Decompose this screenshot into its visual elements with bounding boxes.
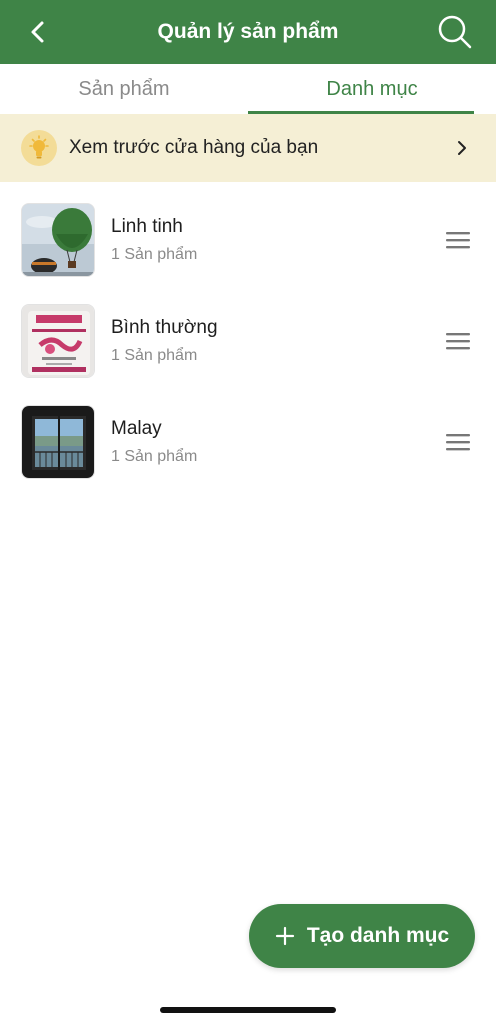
- category-row[interactable]: Bình thường 1 Sản phẩm: [0, 291, 496, 392]
- drag-handle-icon[interactable]: [446, 230, 470, 250]
- search-button[interactable]: [436, 13, 474, 51]
- hot-air-balloon-photo: [22, 204, 94, 276]
- category-name: Bình thường: [111, 317, 218, 338]
- category-count: 1 Sản phẩm: [111, 448, 198, 465]
- category-name: Malay: [111, 418, 162, 439]
- tab-categories[interactable]: Danh mục: [248, 64, 496, 114]
- category-count: 1 Sản phẩm: [111, 246, 198, 263]
- drag-handle-icon[interactable]: [446, 432, 470, 452]
- search-icon: [438, 15, 472, 49]
- category-list: Linh tinh 1 Sản phẩm Bình thường 1 Sản p…: [0, 190, 496, 493]
- lightbulb-icon: [21, 130, 57, 166]
- plus-icon: [275, 926, 295, 946]
- tab-categories-label: Danh mục: [326, 77, 418, 100]
- window-view-photo: [22, 406, 94, 478]
- drag-handle-icon[interactable]: [446, 331, 470, 351]
- tab-bar: Sản phẩm Danh mục: [0, 64, 496, 114]
- back-button[interactable]: [20, 14, 56, 50]
- category-thumbnail: [21, 304, 95, 378]
- create-category-label: Tạo danh mục: [306, 924, 450, 947]
- chevron-right-icon: [458, 141, 466, 155]
- page-title: Quản lý sản phẩm: [157, 20, 339, 43]
- category-name: Linh tinh: [111, 216, 183, 237]
- tab-products[interactable]: Sản phẩm: [0, 64, 248, 114]
- category-thumbnail: [21, 203, 95, 277]
- app-root: Quản lý sản phẩm Sản phẩm Danh mục Xem t…: [0, 0, 496, 1024]
- tab-products-label: Sản phẩm: [78, 77, 170, 100]
- store-preview-banner[interactable]: Xem trước cửa hàng của bạn: [0, 114, 496, 182]
- home-indicator: [160, 1007, 336, 1013]
- category-count: 1 Sản phẩm: [111, 347, 198, 364]
- banner-text: Xem trước cửa hàng của bạn: [69, 137, 319, 158]
- app-header: Quản lý sản phẩm: [0, 0, 496, 64]
- create-category-button[interactable]: Tạo danh mục: [249, 904, 475, 968]
- category-row[interactable]: Malay 1 Sản phẩm: [0, 392, 496, 493]
- chevron-left-icon: [31, 21, 44, 43]
- category-thumbnail: [21, 405, 95, 479]
- category-row[interactable]: Linh tinh 1 Sản phẩm: [0, 190, 496, 291]
- rice-bag-photo: [22, 305, 94, 377]
